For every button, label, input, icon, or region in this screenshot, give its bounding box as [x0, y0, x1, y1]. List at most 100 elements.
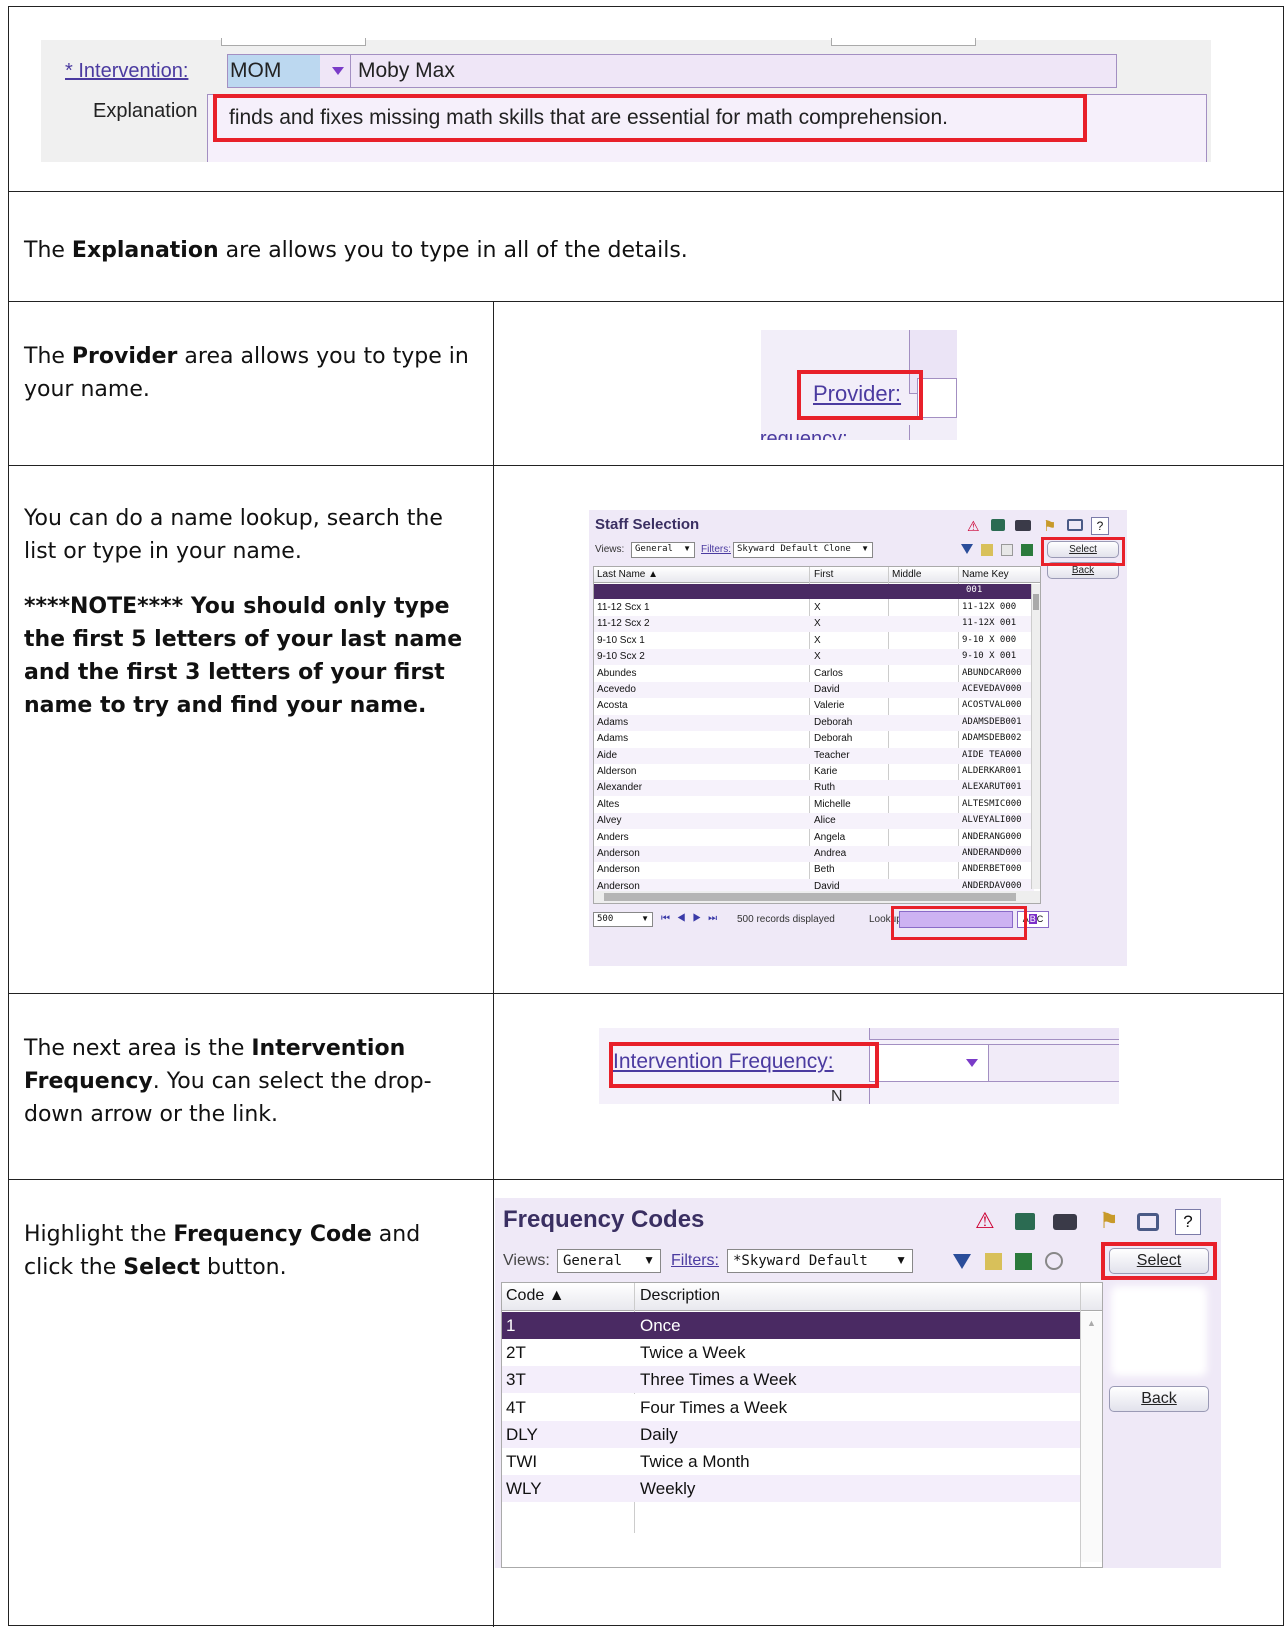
col-code[interactable]: Code ▲ — [506, 1287, 565, 1305]
frequency-screenshot: Intervention Frequency: N — [599, 1028, 1119, 1104]
col-first[interactable]: First — [814, 569, 833, 580]
filters-link[interactable]: Filters: — [671, 1252, 719, 1270]
col-middle[interactable]: Middle — [892, 569, 921, 580]
table-cell: 9-10 Scx 2 — [597, 651, 645, 663]
table-cell: Daily — [640, 1424, 678, 1444]
dropdown-arrow-icon[interactable] — [332, 67, 344, 75]
table-row[interactable]: 9-10 Scx 1 X 9-10 X 000 — [594, 633, 1034, 649]
frequency-back-button[interactable]: Back — [1109, 1386, 1209, 1412]
alert-icon[interactable]: ⚠ — [975, 1208, 995, 1234]
provider-instruction: The Provider area allows you to type in … — [24, 344, 469, 402]
monitor-icon[interactable] — [991, 519, 1005, 531]
table-cell: ANDERDAV000 — [962, 880, 1022, 891]
frequency-codes-window: Frequency Codes ⚠ ⚑ ? Views: General ▼ F… — [495, 1198, 1221, 1568]
table-cell: X — [814, 651, 821, 663]
frequency-dropdown-icon[interactable] — [966, 1059, 978, 1067]
table-row[interactable]: Altes Michelle ALTESMIC000 — [594, 797, 1034, 813]
table-row[interactable]: Adams Deborah ADAMSDEB002 — [594, 731, 1034, 747]
provider-screenshot: Provider: n Frequency: — [761, 330, 957, 440]
table-row[interactable]: Alvey Alice ALVEYALI000 — [594, 813, 1034, 830]
help-icon[interactable]: ? — [1175, 1209, 1201, 1235]
table-row[interactable]: TWI Twice a Month — [502, 1448, 1080, 1475]
table-row[interactable]: Acosta Valerie ACOSTVAL000 — [594, 698, 1034, 714]
table-row[interactable]: Aide Teacher AIDE TEA000 — [594, 747, 1034, 764]
table-cell: 9-10 X 001 — [962, 651, 1017, 662]
intervention-frequency-field[interactable] — [869, 1044, 1119, 1082]
intervention-field[interactable]: MOM Moby Max — [227, 54, 1117, 88]
table-row[interactable]: Alderson Karie ALDERKAR001 — [594, 764, 1034, 780]
staff-filter-bar: Views: General ▼ Filters: Skyward Defaul… — [593, 541, 1039, 561]
frequency-toolbar-icons: ⚠ ⚑ ? — [975, 1208, 1215, 1238]
table-cell: Valerie — [814, 700, 845, 712]
views-label: Views: — [595, 544, 625, 555]
table-row[interactable]: Anders Angela ANDERANG000 — [594, 830, 1034, 846]
col-last-name[interactable]: Last Name ▲ — [597, 569, 658, 580]
frequency-select-highlight — [1101, 1242, 1217, 1280]
table-row[interactable]: WLY Weekly — [502, 1475, 1080, 1503]
views-select[interactable]: General ▼ — [631, 542, 695, 558]
table-row[interactable]: 3T Three Times a Week — [502, 1366, 1080, 1394]
col-name-key[interactable]: Name Key — [962, 569, 1009, 580]
filters-link[interactable]: Filters: — [701, 544, 731, 555]
chart-icon[interactable] — [985, 1253, 1002, 1270]
table-cell: X — [814, 634, 821, 646]
help-icon[interactable]: ? — [1091, 517, 1109, 535]
pager-icons[interactable]: ⏮ ◀ ▶ ⏭ — [661, 913, 719, 924]
print-icon[interactable] — [1137, 1213, 1159, 1231]
table-cell: Three Times a Week — [640, 1370, 797, 1390]
table-row[interactable]: 9-10 Scx 2 X 9-10 X 001 — [594, 649, 1034, 666]
bookmark-icon[interactable]: ⚑ — [1043, 517, 1056, 535]
table-cell: Karie — [814, 766, 838, 777]
provider-input[interactable] — [917, 378, 957, 418]
filters-select[interactable]: Skyward Default Clone ▼ — [733, 542, 873, 558]
excel-icon[interactable] — [1021, 544, 1033, 556]
table-row[interactable]: Alexander Ruth ALEXARUT001 — [594, 780, 1034, 797]
intervention-link[interactable]: * Intervention: — [65, 60, 188, 83]
chart-icon[interactable] — [981, 544, 993, 556]
preview-icon[interactable] — [1045, 1252, 1063, 1270]
bookmark-icon[interactable]: ⚑ — [1099, 1208, 1119, 1234]
partial-label: N — [831, 1088, 843, 1104]
col-description[interactable]: Description — [640, 1287, 720, 1305]
page-size-select[interactable]: 500 ▼ — [593, 912, 653, 927]
table-cell: 11-12X 001 — [962, 618, 1017, 629]
filter-icon[interactable] — [961, 544, 973, 554]
table-row[interactable]: 4T Four Times a Week — [502, 1393, 1080, 1421]
table-cell: ALTESMIC000 — [962, 798, 1022, 809]
table-row[interactable]: 2T Twice a Week — [502, 1339, 1080, 1367]
table-cell: Alderson — [597, 766, 637, 777]
table-row[interactable]: 11-12 Scx 2 X 11-12X 001 — [594, 616, 1034, 633]
print-icon[interactable] — [1067, 519, 1083, 531]
provider-highlight — [797, 370, 923, 420]
table-row[interactable]: Abundes Carlos ABUNDCAR000 — [594, 666, 1034, 682]
table-cell: Deborah — [814, 716, 853, 728]
frequency-scrollbar[interactable]: ▲ — [1081, 1312, 1102, 1562]
table-cell: 11-12 Scx 1 — [597, 602, 650, 613]
camera-icon[interactable] — [1053, 1214, 1077, 1230]
table-row[interactable]: Anderson Beth ANDERBET000 — [594, 862, 1034, 878]
edit-icon[interactable] — [1001, 544, 1013, 556]
table-row[interactable]: 1 Once — [502, 1312, 1080, 1339]
staff-hscrollbar[interactable] — [594, 891, 1040, 903]
staff-selected-row[interactable]: 001 — [594, 584, 1034, 599]
excel-icon[interactable] — [1015, 1253, 1032, 1270]
alert-icon[interactable]: ⚠ — [967, 518, 980, 535]
views-select[interactable]: General ▼ — [557, 1249, 661, 1273]
camera-icon[interactable] — [1015, 520, 1031, 531]
table-row[interactable]: Acevedo David ACEVEDAV000 — [594, 682, 1034, 698]
intervention-screenshot: * Intervention: MOM Moby Max Explanation… — [41, 38, 1211, 162]
staff-grid-header: Last Name ▲ First Middle Name Key — [594, 567, 1040, 583]
monitor-icon[interactable] — [1015, 1213, 1035, 1230]
staff-toolbar-icons: ⚠ ⚑ ? — [967, 516, 1117, 536]
table-row[interactable]: Anderson Andrea ANDERAND000 — [594, 846, 1034, 862]
table-cell: X — [814, 618, 821, 630]
table-row[interactable]: 11-12 Scx 1 X 11-12X 000 — [594, 600, 1034, 616]
filter-icon[interactable] — [953, 1254, 971, 1269]
table-cell: Deborah — [814, 733, 853, 745]
records-count: 500 records displayed — [737, 914, 835, 925]
table-row[interactable]: DLY Daily — [502, 1420, 1080, 1448]
table-cell: Aide — [597, 749, 618, 761]
filters-select[interactable]: *Skyward Default ▼ — [727, 1249, 913, 1273]
table-row[interactable]: Adams Deborah ADAMSDEB001 — [594, 714, 1034, 731]
staff-scrollbar[interactable] — [1031, 584, 1040, 889]
